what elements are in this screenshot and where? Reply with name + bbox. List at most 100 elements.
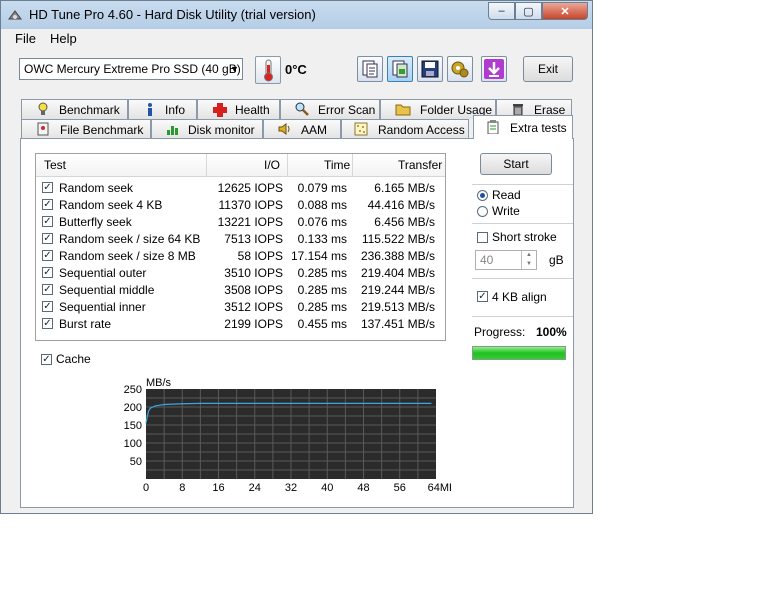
minimize-button[interactable]: ‒ [488, 2, 515, 20]
table-row[interactable]: ✓ Burst rate 2199 IOPS 0.455 ms 137.451 … [36, 316, 445, 333]
save-button[interactable] [417, 56, 443, 82]
tab-file-benchmark[interactable]: File Benchmark [21, 119, 151, 139]
table-row[interactable]: ✓ Butterfly seek 13221 IOPS 0.076 ms 6.4… [36, 214, 445, 231]
row-checkbox[interactable]: ✓ [42, 199, 53, 210]
title-bar[interactable]: HD Tune Pro 4.60 - Hard Disk Utility (tr… [1, 1, 592, 29]
table-header: Test I/O Time Transfer [36, 154, 445, 177]
progress-bar [472, 346, 566, 360]
cache-checkbox[interactable]: ✓ [41, 354, 52, 365]
row-checkbox[interactable]: ✓ [42, 318, 53, 329]
extra-tests-panel: Test I/O Time Transfer ✓ Random seek 126… [20, 138, 574, 508]
row-checkbox[interactable]: ✓ [42, 233, 53, 244]
row-checkbox[interactable]: ✓ [42, 284, 53, 295]
download-button[interactable] [481, 56, 507, 82]
toolbar: OWC Mercury Extreme Pro SSD (40 gB) ▼ 0°… [1, 53, 592, 89]
time-value: 0.079 ms [297, 181, 347, 195]
close-icon: ✕ [560, 5, 570, 18]
tab-health[interactable]: Health [197, 99, 280, 119]
tab-random-access-label: Random Access [378, 123, 465, 137]
write-radio[interactable] [477, 206, 488, 217]
spin-down-icon[interactable]: ▼ [521, 260, 536, 269]
save-icon [421, 60, 439, 78]
tab-disk-monitor[interactable]: Disk monitor [151, 119, 263, 139]
thermometer-icon [264, 59, 273, 82]
maximize-button[interactable]: ▢ [515, 2, 542, 20]
tab-row-bottom: File Benchmark Disk monitor AAM Random A… [1, 115, 592, 139]
maximize-icon: ▢ [523, 5, 534, 18]
tab-info[interactable]: Info [128, 99, 197, 119]
drive-select[interactable]: OWC Mercury Extreme Pro SSD (40 gB) ▼ [19, 58, 243, 80]
short-stroke-label: Short stroke [492, 230, 557, 244]
trash-icon [513, 104, 523, 116]
test-name: Random seek 4 KB [59, 198, 163, 212]
folder-icon [395, 104, 411, 116]
table-row[interactable]: ✓ Random seek 4 KB 11370 IOPS 0.088 ms 4… [36, 197, 445, 214]
close-button[interactable]: ✕ [542, 2, 588, 20]
test-name: Random seek / size 8 MB [59, 249, 196, 263]
tab-aam[interactable]: AAM [263, 119, 341, 139]
copy-screenshot-button[interactable] [387, 56, 413, 82]
row-checkbox[interactable]: ✓ [42, 182, 53, 193]
tab-extra-tests[interactable]: Extra tests [473, 115, 573, 139]
column-header-time[interactable]: Time [324, 158, 350, 172]
transfer-value: 137.451 MB/s [360, 317, 435, 331]
table-row[interactable]: ✓ Random seek / size 64 KB 7513 IOPS 0.1… [36, 231, 445, 248]
progress-fill [473, 347, 565, 359]
column-divider[interactable] [352, 154, 353, 176]
column-header-io[interactable]: I/O [264, 158, 280, 172]
bar-chart-icon [167, 126, 178, 135]
table-row[interactable]: ✓ Sequential inner 3512 IOPS 0.285 ms 21… [36, 299, 445, 316]
minimize-icon: ‒ [498, 5, 505, 17]
time-value: 0.285 ms [297, 266, 347, 280]
progress-label: Progress: [474, 325, 526, 339]
column-header-test[interactable]: Test [44, 158, 66, 172]
tab-error-scan[interactable]: Error Scan [280, 99, 380, 119]
options-icon [451, 61, 469, 78]
time-value: 0.088 ms [297, 198, 347, 212]
table-row[interactable]: ✓ Sequential outer 3510 IOPS 0.285 ms 21… [36, 265, 445, 282]
table-row[interactable]: ✓ Sequential middle 3508 IOPS 0.285 ms 2… [36, 282, 445, 299]
table-row[interactable]: ✓ Random seek / size 8 MB 58 IOPS 17.154… [36, 248, 445, 265]
lightbulb-icon [38, 102, 48, 115]
row-checkbox[interactable]: ✓ [42, 301, 53, 312]
row-checkbox[interactable]: ✓ [42, 267, 53, 278]
chart-x-tick-label: 64MB [428, 482, 451, 494]
options-button[interactable] [447, 56, 473, 82]
menu-help[interactable]: Help [50, 31, 77, 51]
tab-file-benchmark-label: File Benchmark [60, 123, 144, 137]
io-value: 12625 IOPS [217, 181, 283, 195]
tab-benchmark-label: Benchmark [59, 103, 120, 117]
copy-text-button[interactable] [357, 56, 383, 82]
start-button[interactable]: Start [480, 153, 552, 175]
short-stroke-checkbox[interactable] [477, 232, 488, 243]
exit-button[interactable]: Exit [523, 56, 573, 82]
row-checkbox[interactable]: ✓ [42, 250, 53, 261]
divider [472, 223, 573, 224]
tab-random-access[interactable]: Random Access [341, 119, 469, 139]
divider [472, 184, 573, 185]
temperature-button[interactable] [255, 56, 281, 84]
column-header-transfer[interactable]: Transfer [398, 158, 442, 172]
test-name: Sequential middle [59, 283, 155, 297]
test-name: Sequential inner [59, 300, 146, 314]
io-value: 3510 IOPS [224, 266, 283, 280]
io-value: 13221 IOPS [217, 215, 283, 229]
chart-x-tick-label: 0 [143, 482, 149, 494]
short-stroke-size-input[interactable]: 40 ▲ ▼ [475, 250, 537, 270]
read-label: Read [492, 188, 521, 202]
column-divider[interactable] [287, 154, 288, 176]
row-checkbox[interactable]: ✓ [42, 216, 53, 227]
time-value: 0.076 ms [297, 215, 347, 229]
menu-file[interactable]: File [15, 31, 36, 51]
transfer-value: 219.513 MB/s [360, 300, 435, 314]
read-radio[interactable] [477, 190, 488, 201]
download-icon [484, 59, 504, 79]
chart-x-tick-label: 56 [394, 482, 406, 494]
io-value: 3508 IOPS [224, 283, 283, 297]
align-checkbox[interactable]: ✓ [477, 291, 488, 302]
spin-up-icon[interactable]: ▲ [521, 251, 536, 260]
table-row[interactable]: ✓ Random seek 12625 IOPS 0.079 ms 6.165 … [36, 180, 445, 197]
transfer-value: 219.244 MB/s [360, 283, 435, 297]
column-divider[interactable] [206, 154, 207, 176]
tab-benchmark[interactable]: Benchmark [21, 99, 128, 119]
